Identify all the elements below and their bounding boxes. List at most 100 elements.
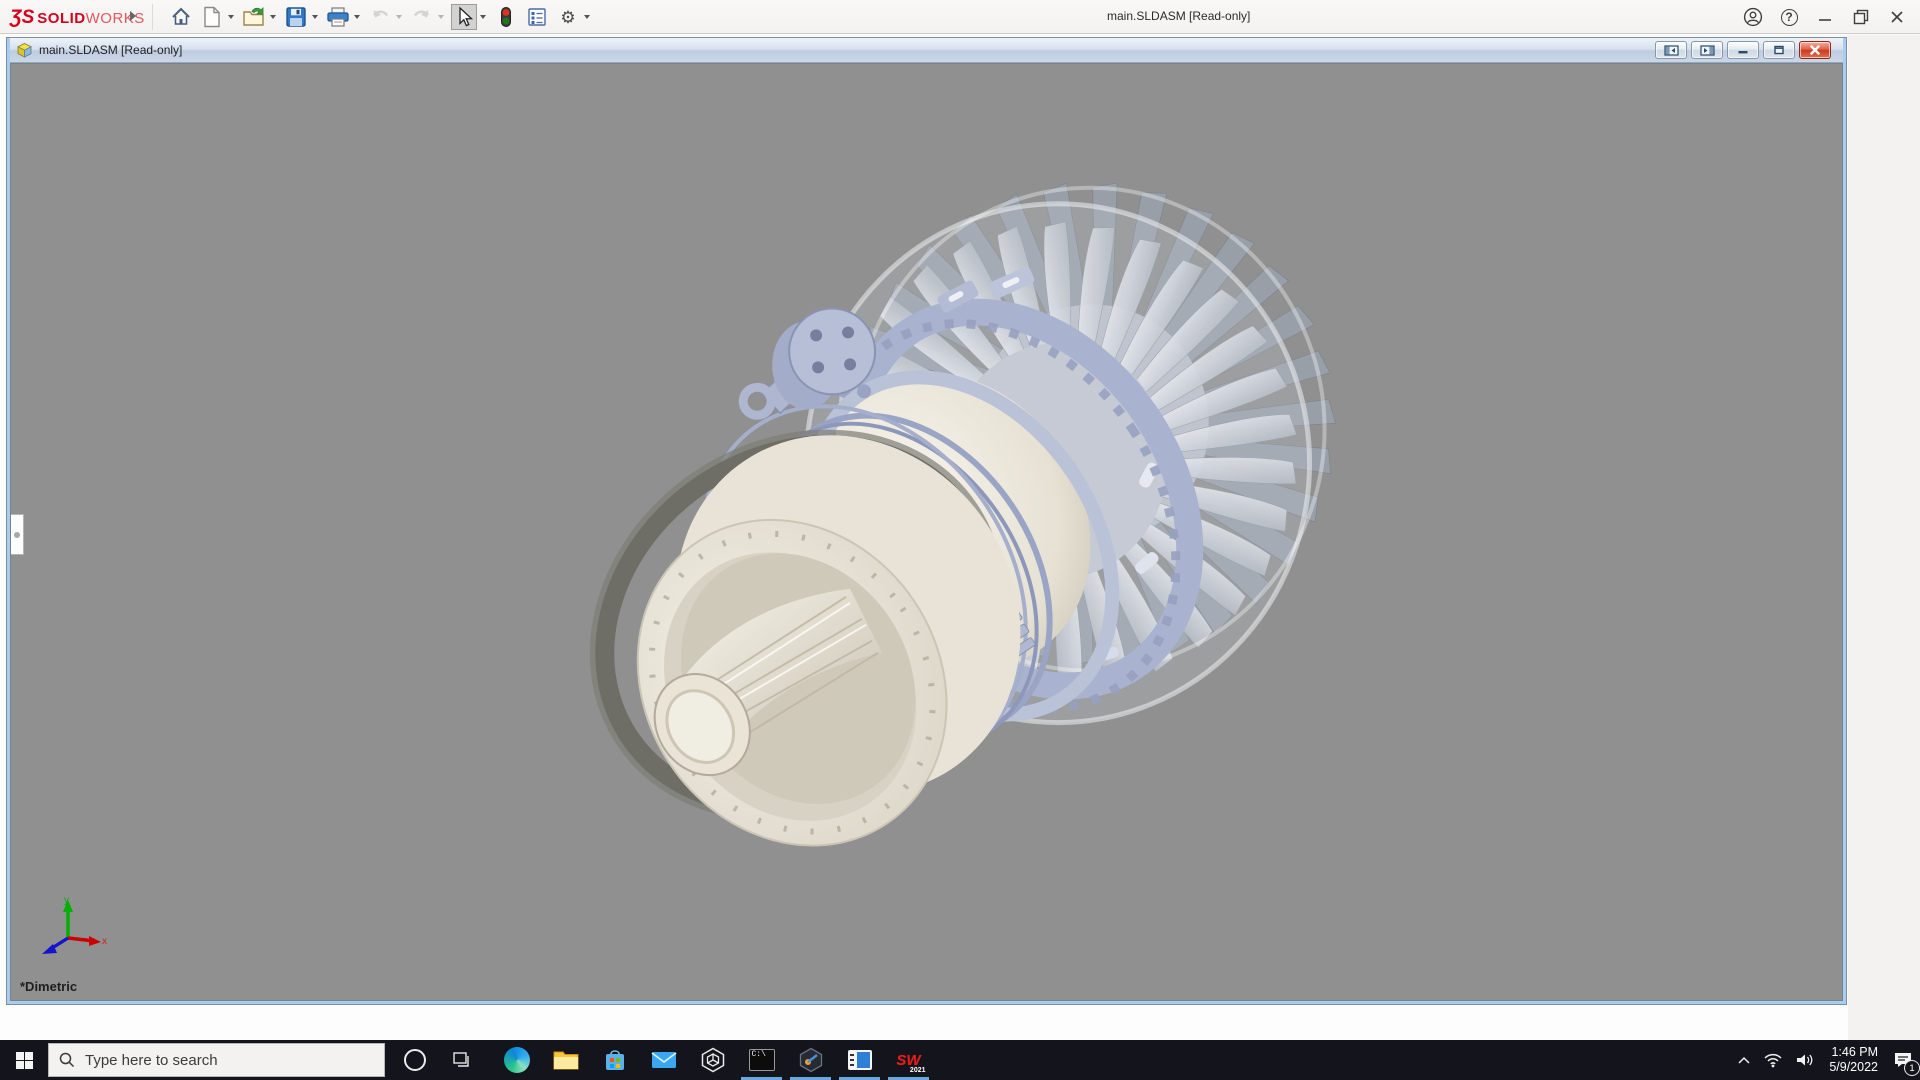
tray-show-hidden-icons-button[interactable] xyxy=(1731,1040,1757,1080)
window-title: main.SLDASM [Read-only] xyxy=(1107,9,1251,23)
tray-date: 5/9/2022 xyxy=(1829,1060,1878,1074)
gear-icon: ⚙ xyxy=(560,7,576,27)
file-properties-button[interactable] xyxy=(524,4,550,30)
document-title: main.SLDASM [Read-only] xyxy=(39,43,183,57)
task-view-icon xyxy=(453,1052,469,1067)
doc-restore-button[interactable] xyxy=(1763,41,1795,59)
action-center-button[interactable]: 1 xyxy=(1886,1040,1920,1080)
document-window-controls xyxy=(1651,41,1831,59)
cortana-button[interactable] xyxy=(404,1049,426,1071)
close-icon xyxy=(1891,11,1903,23)
undo-button[interactable] xyxy=(367,4,393,30)
start-button[interactable] xyxy=(0,1040,48,1080)
new-document-icon xyxy=(204,6,220,28)
edge-icon xyxy=(503,1047,530,1073)
solidworks-icon-letters: SW xyxy=(896,1051,921,1069)
redo-dropdown-caret[interactable] xyxy=(438,15,444,19)
application-titlebar: ƷS SOLID WORKS ⚙ main.SLDASM [Read-only]… xyxy=(0,0,1920,34)
close-button[interactable] xyxy=(1882,2,1912,32)
taskbar-command-prompt-button[interactable]: C:\ xyxy=(737,1040,786,1080)
feature-manager-collapsed-tab[interactable] xyxy=(11,514,24,555)
microsoft-store-icon xyxy=(605,1050,624,1070)
file-explorer-icon xyxy=(553,1051,578,1070)
save-button[interactable] xyxy=(283,4,309,30)
home-button[interactable] xyxy=(168,4,194,30)
windows-logo-icon xyxy=(15,1051,33,1069)
taskbar-edge-button[interactable] xyxy=(492,1040,541,1080)
task-view-button[interactable] xyxy=(448,1048,474,1072)
taskbar-store-button[interactable] xyxy=(590,1040,639,1080)
new-document-button[interactable] xyxy=(199,4,225,30)
workspace-gap-right xyxy=(1848,35,1920,1040)
windows-taskbar: C:\ SW 2021 xyxy=(0,1040,1920,1080)
doc-minimize-button[interactable] xyxy=(1727,41,1759,59)
select-tool-button[interactable] xyxy=(451,4,477,30)
tray-clock[interactable]: 1:46 PM 5/9/2022 xyxy=(1821,1040,1886,1080)
solidworks-logo-mark: ƷS xyxy=(10,7,35,28)
print-button[interactable] xyxy=(325,4,351,30)
select-dropdown-caret[interactable] xyxy=(480,15,486,19)
search-input[interactable] xyxy=(85,1051,355,1069)
open-dropdown-caret[interactable] xyxy=(270,15,276,19)
mail-icon xyxy=(651,1052,676,1068)
quick-access-toolbar: ⚙ xyxy=(163,3,592,31)
taskbar-edrawings-button[interactable] xyxy=(786,1040,835,1080)
options-button[interactable]: ⚙ xyxy=(555,4,581,30)
rebuild-button[interactable] xyxy=(493,4,519,30)
view-orientation-label: *Dimetric xyxy=(20,979,78,994)
solidworks-2021-icon: SW 2021 xyxy=(894,1046,925,1075)
redo-icon xyxy=(413,10,429,18)
solidworks-logo: ƷS SOLID WORKS xyxy=(10,7,145,29)
taskbar-3d-viewer-button[interactable] xyxy=(688,1040,737,1080)
system-tray: 1:46 PM 5/9/2022 1 xyxy=(1731,1040,1920,1080)
account-button[interactable] xyxy=(1738,2,1768,32)
assembly-document-icon xyxy=(17,43,32,58)
toolbar-separator xyxy=(152,4,153,30)
document-window: main.SLDASM [Read-only] y x *Dimetric xyxy=(6,37,1847,1005)
tile-right-icon xyxy=(1699,44,1715,56)
account-icon xyxy=(1743,7,1763,27)
solidworks-application: ƷS SOLID WORKS ⚙ main.SLDASM [Read-only]… xyxy=(0,0,1920,1080)
print-dropdown-caret[interactable] xyxy=(354,15,360,19)
help-icon: ? xyxy=(1780,8,1798,26)
redo-button[interactable] xyxy=(409,4,435,30)
options-dropdown-caret[interactable] xyxy=(584,15,590,19)
document-titlebar[interactable]: main.SLDASM [Read-only] xyxy=(10,38,1843,63)
menu-expand-icon[interactable] xyxy=(130,11,136,21)
minimize-icon xyxy=(1819,19,1831,21)
taskbar-file-explorer-button[interactable] xyxy=(541,1040,590,1080)
triad-x-label: x xyxy=(102,936,107,947)
restore-button[interactable] xyxy=(1846,2,1876,32)
minimize-button[interactable] xyxy=(1810,2,1840,32)
doc-tile-left-button[interactable] xyxy=(1655,41,1687,59)
doc-close-button[interactable] xyxy=(1799,41,1831,59)
rebuild-traffic-light-icon xyxy=(501,7,511,27)
app-window-icon xyxy=(847,1050,872,1070)
graphics-viewport[interactable]: y x *Dimetric xyxy=(10,63,1843,1001)
help-button[interactable]: ? xyxy=(1774,2,1804,32)
taskbar-mail-button[interactable] xyxy=(639,1040,688,1080)
taskbar-solidworks-button[interactable]: SW 2021 xyxy=(884,1040,933,1080)
orientation-triad[interactable]: y x xyxy=(31,894,109,966)
taskbar-pinned-apps: C:\ SW 2021 xyxy=(492,1040,933,1080)
taskbar-search[interactable] xyxy=(48,1043,385,1077)
tray-volume-button[interactable] xyxy=(1789,1040,1821,1080)
tray-time: 1:46 PM xyxy=(1831,1045,1878,1059)
print-icon xyxy=(327,7,349,27)
open-folder-icon xyxy=(243,7,264,26)
panel-tab-grip-icon xyxy=(14,531,20,538)
jet-engine-3d-model[interactable] xyxy=(11,64,1842,1000)
new-document-dropdown-caret[interactable] xyxy=(228,15,234,19)
tile-left-icon xyxy=(1663,44,1679,56)
save-dropdown-caret[interactable] xyxy=(312,15,318,19)
search-icon xyxy=(59,1052,75,1068)
window-controls: ? xyxy=(1732,0,1912,34)
wifi-icon xyxy=(1764,1053,1782,1068)
undo-dropdown-caret[interactable] xyxy=(396,15,402,19)
tray-network-button[interactable] xyxy=(1757,1040,1789,1080)
doc-tile-right-button[interactable] xyxy=(1691,41,1723,59)
command-prompt-icon: C:\ xyxy=(748,1049,775,1071)
open-button[interactable] xyxy=(241,4,267,30)
taskbar-app-window-button[interactable] xyxy=(835,1040,884,1080)
doc-minimize-icon xyxy=(1738,51,1748,54)
